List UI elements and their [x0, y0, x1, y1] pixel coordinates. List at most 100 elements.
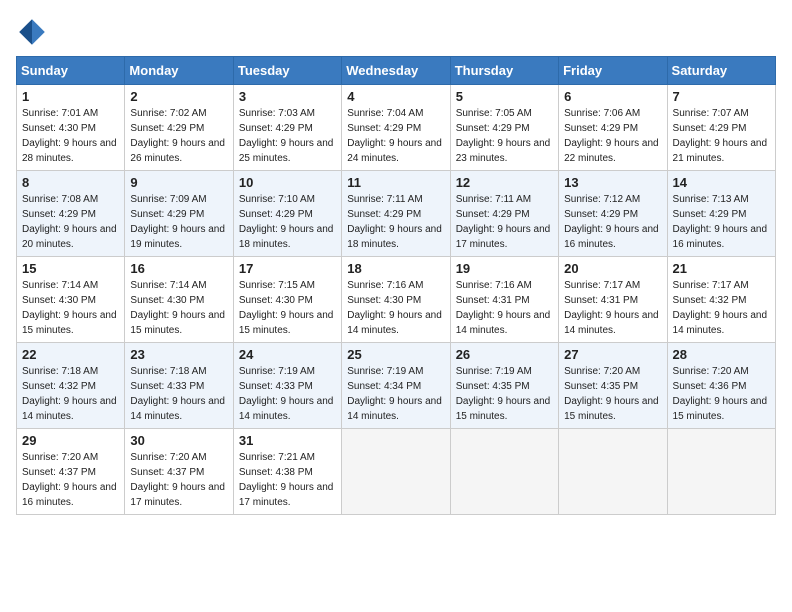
calendar-cell: 16 Sunrise: 7:14 AM Sunset: 4:30 PM Dayl…: [125, 257, 233, 343]
day-number: 4: [347, 89, 444, 104]
day-number: 6: [564, 89, 661, 104]
calendar-cell: 9 Sunrise: 7:09 AM Sunset: 4:29 PM Dayli…: [125, 171, 233, 257]
day-number: 30: [130, 433, 227, 448]
calendar-cell: 25 Sunrise: 7:19 AM Sunset: 4:34 PM Dayl…: [342, 343, 450, 429]
calendar-cell: [450, 429, 558, 515]
day-number: 8: [22, 175, 119, 190]
calendar-body: 1 Sunrise: 7:01 AM Sunset: 4:30 PM Dayli…: [17, 85, 776, 515]
calendar-cell: [342, 429, 450, 515]
calendar-header-wednesday: Wednesday: [342, 57, 450, 85]
calendar-week-4: 22 Sunrise: 7:18 AM Sunset: 4:32 PM Dayl…: [17, 343, 776, 429]
day-info: Sunrise: 7:20 AM Sunset: 4:36 PM Dayligh…: [673, 364, 770, 424]
day-number: 3: [239, 89, 336, 104]
calendar-cell: [667, 429, 775, 515]
calendar-week-5: 29 Sunrise: 7:20 AM Sunset: 4:37 PM Dayl…: [17, 429, 776, 515]
day-number: 14: [673, 175, 770, 190]
calendar-week-2: 8 Sunrise: 7:08 AM Sunset: 4:29 PM Dayli…: [17, 171, 776, 257]
calendar-cell: 30 Sunrise: 7:20 AM Sunset: 4:37 PM Dayl…: [125, 429, 233, 515]
calendar-cell: 1 Sunrise: 7:01 AM Sunset: 4:30 PM Dayli…: [17, 85, 125, 171]
day-number: 25: [347, 347, 444, 362]
day-number: 20: [564, 261, 661, 276]
calendar-cell: 22 Sunrise: 7:18 AM Sunset: 4:32 PM Dayl…: [17, 343, 125, 429]
day-number: 1: [22, 89, 119, 104]
day-info: Sunrise: 7:21 AM Sunset: 4:38 PM Dayligh…: [239, 450, 336, 510]
calendar-header-saturday: Saturday: [667, 57, 775, 85]
day-info: Sunrise: 7:01 AM Sunset: 4:30 PM Dayligh…: [22, 106, 119, 166]
calendar-cell: 11 Sunrise: 7:11 AM Sunset: 4:29 PM Dayl…: [342, 171, 450, 257]
calendar-cell: 20 Sunrise: 7:17 AM Sunset: 4:31 PM Dayl…: [559, 257, 667, 343]
day-info: Sunrise: 7:07 AM Sunset: 4:29 PM Dayligh…: [673, 106, 770, 166]
calendar-cell: 8 Sunrise: 7:08 AM Sunset: 4:29 PM Dayli…: [17, 171, 125, 257]
day-info: Sunrise: 7:16 AM Sunset: 4:30 PM Dayligh…: [347, 278, 444, 338]
day-number: 23: [130, 347, 227, 362]
day-info: Sunrise: 7:10 AM Sunset: 4:29 PM Dayligh…: [239, 192, 336, 252]
calendar-header-friday: Friday: [559, 57, 667, 85]
calendar-cell: 14 Sunrise: 7:13 AM Sunset: 4:29 PM Dayl…: [667, 171, 775, 257]
calendar-header-tuesday: Tuesday: [233, 57, 341, 85]
calendar-cell: 19 Sunrise: 7:16 AM Sunset: 4:31 PM Dayl…: [450, 257, 558, 343]
day-info: Sunrise: 7:15 AM Sunset: 4:30 PM Dayligh…: [239, 278, 336, 338]
day-info: Sunrise: 7:20 AM Sunset: 4:37 PM Dayligh…: [130, 450, 227, 510]
day-number: 13: [564, 175, 661, 190]
day-info: Sunrise: 7:19 AM Sunset: 4:33 PM Dayligh…: [239, 364, 336, 424]
day-info: Sunrise: 7:06 AM Sunset: 4:29 PM Dayligh…: [564, 106, 661, 166]
day-number: 29: [22, 433, 119, 448]
day-info: Sunrise: 7:03 AM Sunset: 4:29 PM Dayligh…: [239, 106, 336, 166]
day-number: 26: [456, 347, 553, 362]
day-info: Sunrise: 7:17 AM Sunset: 4:32 PM Dayligh…: [673, 278, 770, 338]
day-info: Sunrise: 7:12 AM Sunset: 4:29 PM Dayligh…: [564, 192, 661, 252]
day-number: 18: [347, 261, 444, 276]
day-number: 24: [239, 347, 336, 362]
calendar-week-1: 1 Sunrise: 7:01 AM Sunset: 4:30 PM Dayli…: [17, 85, 776, 171]
day-number: 17: [239, 261, 336, 276]
day-number: 28: [673, 347, 770, 362]
day-info: Sunrise: 7:02 AM Sunset: 4:29 PM Dayligh…: [130, 106, 227, 166]
calendar-cell: 10 Sunrise: 7:10 AM Sunset: 4:29 PM Dayl…: [233, 171, 341, 257]
day-info: Sunrise: 7:16 AM Sunset: 4:31 PM Dayligh…: [456, 278, 553, 338]
day-info: Sunrise: 7:19 AM Sunset: 4:35 PM Dayligh…: [456, 364, 553, 424]
day-number: 15: [22, 261, 119, 276]
day-number: 16: [130, 261, 227, 276]
day-info: Sunrise: 7:11 AM Sunset: 4:29 PM Dayligh…: [347, 192, 444, 252]
calendar-cell: 31 Sunrise: 7:21 AM Sunset: 4:38 PM Dayl…: [233, 429, 341, 515]
day-info: Sunrise: 7:18 AM Sunset: 4:33 PM Dayligh…: [130, 364, 227, 424]
day-info: Sunrise: 7:17 AM Sunset: 4:31 PM Dayligh…: [564, 278, 661, 338]
calendar-week-3: 15 Sunrise: 7:14 AM Sunset: 4:30 PM Dayl…: [17, 257, 776, 343]
day-info: Sunrise: 7:20 AM Sunset: 4:37 PM Dayligh…: [22, 450, 119, 510]
calendar-cell: 26 Sunrise: 7:19 AM Sunset: 4:35 PM Dayl…: [450, 343, 558, 429]
day-number: 9: [130, 175, 227, 190]
day-number: 7: [673, 89, 770, 104]
calendar-header-row: SundayMondayTuesdayWednesdayThursdayFrid…: [17, 57, 776, 85]
calendar-cell: 12 Sunrise: 7:11 AM Sunset: 4:29 PM Dayl…: [450, 171, 558, 257]
calendar-cell: 17 Sunrise: 7:15 AM Sunset: 4:30 PM Dayl…: [233, 257, 341, 343]
calendar-cell: 27 Sunrise: 7:20 AM Sunset: 4:35 PM Dayl…: [559, 343, 667, 429]
day-info: Sunrise: 7:11 AM Sunset: 4:29 PM Dayligh…: [456, 192, 553, 252]
day-info: Sunrise: 7:13 AM Sunset: 4:29 PM Dayligh…: [673, 192, 770, 252]
day-info: Sunrise: 7:20 AM Sunset: 4:35 PM Dayligh…: [564, 364, 661, 424]
calendar-cell: 28 Sunrise: 7:20 AM Sunset: 4:36 PM Dayl…: [667, 343, 775, 429]
calendar-cell: 13 Sunrise: 7:12 AM Sunset: 4:29 PM Dayl…: [559, 171, 667, 257]
calendar-header-monday: Monday: [125, 57, 233, 85]
day-info: Sunrise: 7:14 AM Sunset: 4:30 PM Dayligh…: [130, 278, 227, 338]
day-number: 22: [22, 347, 119, 362]
calendar-cell: 4 Sunrise: 7:04 AM Sunset: 4:29 PM Dayli…: [342, 85, 450, 171]
day-number: 21: [673, 261, 770, 276]
day-info: Sunrise: 7:19 AM Sunset: 4:34 PM Dayligh…: [347, 364, 444, 424]
day-number: 11: [347, 175, 444, 190]
day-number: 12: [456, 175, 553, 190]
calendar-cell: [559, 429, 667, 515]
calendar-cell: 24 Sunrise: 7:19 AM Sunset: 4:33 PM Dayl…: [233, 343, 341, 429]
day-info: Sunrise: 7:04 AM Sunset: 4:29 PM Dayligh…: [347, 106, 444, 166]
day-number: 19: [456, 261, 553, 276]
header: [16, 16, 776, 48]
day-info: Sunrise: 7:09 AM Sunset: 4:29 PM Dayligh…: [130, 192, 227, 252]
day-number: 2: [130, 89, 227, 104]
calendar-cell: 6 Sunrise: 7:06 AM Sunset: 4:29 PM Dayli…: [559, 85, 667, 171]
calendar-cell: 3 Sunrise: 7:03 AM Sunset: 4:29 PM Dayli…: [233, 85, 341, 171]
calendar-cell: 2 Sunrise: 7:02 AM Sunset: 4:29 PM Dayli…: [125, 85, 233, 171]
day-number: 27: [564, 347, 661, 362]
calendar-cell: 5 Sunrise: 7:05 AM Sunset: 4:29 PM Dayli…: [450, 85, 558, 171]
day-info: Sunrise: 7:18 AM Sunset: 4:32 PM Dayligh…: [22, 364, 119, 424]
logo-icon: [16, 16, 48, 48]
day-info: Sunrise: 7:05 AM Sunset: 4:29 PM Dayligh…: [456, 106, 553, 166]
